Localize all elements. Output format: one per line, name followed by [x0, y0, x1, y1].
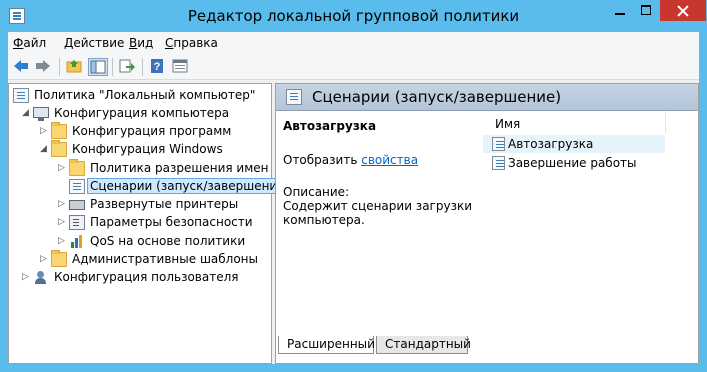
folder-icon [51, 140, 67, 157]
list-item-startup[interactable]: Автозагрузка [483, 135, 665, 153]
expand-arrow-icon[interactable]: ▷ [40, 255, 48, 264]
column-header-name[interactable]: Имя [483, 111, 666, 133]
folder-icon [51, 122, 67, 139]
details-pane: Сценарии (запуск/завершение) Автозагрузк… [275, 83, 699, 364]
scripts-icon [69, 179, 85, 194]
selected-tree-label: Сценарии (запуск/завершение) [87, 178, 293, 194]
script-item-icon [492, 137, 505, 151]
app-window: Редактор локальной групповой политики Фа… [0, 0, 707, 372]
view-tabs: Расширенный Стандартный [276, 336, 698, 364]
minimize-button[interactable] [606, 0, 633, 21]
policy-icon [13, 88, 29, 103]
menu-file[interactable]: Файл [13, 36, 46, 50]
gpedit-app-icon[interactable] [9, 8, 25, 24]
navigation-tree[interactable]: Политика "Локальный компьютер" ◢ Конфигу… [8, 83, 293, 364]
description-label: Описание: [283, 185, 350, 199]
tree-item-security-settings[interactable]: ▷ Параметры безопасности [13, 214, 268, 232]
tree-item-windows-settings[interactable]: ◢ Конфигурация Windows [13, 140, 268, 159]
menu-action[interactable]: Действие [64, 36, 124, 50]
qos-chart-icon [69, 234, 85, 249]
export-list-icon[interactable] [118, 58, 138, 76]
description-text: Содержит сценарии загрузки компьютера. [283, 199, 472, 227]
title-bar[interactable]: Редактор локальной групповой политики [0, 0, 707, 32]
toolbar-separator [142, 58, 143, 76]
back-icon[interactable] [12, 58, 32, 76]
tree-item-qos[interactable]: ▷ QoS на основе политики [13, 233, 268, 251]
user-icon [33, 270, 49, 285]
menu-view[interactable]: Вид [129, 36, 153, 50]
printer-icon [69, 200, 85, 210]
expand-arrow-icon[interactable]: ▷ [58, 164, 66, 173]
tree-item-software-settings[interactable]: ▷ Конфигурация программ [13, 122, 268, 141]
folder-icon [51, 250, 67, 267]
selected-item-title: Автозагрузка [283, 119, 377, 133]
menu-bar: Файл Действие Вид Справка [8, 32, 699, 54]
svg-text:?: ? [154, 61, 161, 73]
tab-standard[interactable]: Стандартный [376, 336, 471, 354]
show-hide-tree-icon[interactable] [88, 58, 108, 76]
script-item-icon [492, 156, 505, 170]
security-settings-icon [69, 215, 85, 230]
tree-item-administrative-templates[interactable]: ▷ Административные шаблоны [13, 250, 268, 269]
close-button[interactable] [660, 0, 706, 21]
collapse-arrow-icon[interactable]: ◢ [40, 145, 48, 154]
items-list[interactable]: Имя Автозагрузка Завершение работы [483, 111, 696, 321]
up-folder-icon[interactable] [65, 58, 85, 76]
tab-extended[interactable]: Расширенный [278, 336, 375, 354]
tree-item-user-configuration[interactable]: ▷ Конфигурация пользователя [13, 269, 268, 287]
tree-item-scripts[interactable]: Сценарии (запуск/завершение) [13, 178, 293, 196]
expand-arrow-icon[interactable]: ▷ [40, 127, 48, 136]
expand-arrow-icon[interactable]: ▷ [58, 200, 66, 209]
toolbar-separator [112, 58, 113, 76]
details-title: Сценарии (запуск/завершение) [312, 88, 562, 106]
collapse-arrow-icon[interactable]: ◢ [22, 109, 30, 118]
toolbar: ? [8, 54, 699, 80]
help-icon[interactable]: ? [148, 58, 168, 76]
extended-view-header: Сценарии (запуск/завершение) [276, 84, 698, 111]
list-item-shutdown[interactable]: Завершение работы [483, 154, 665, 172]
forward-icon[interactable] [34, 58, 54, 76]
folder-icon [69, 159, 85, 176]
expand-arrow-icon[interactable]: ▷ [58, 237, 66, 246]
tree-item-computer-configuration[interactable]: ◢ Конфигурация компьютера [13, 105, 268, 123]
tree-item-name-resolution-policy[interactable]: ▷ Политика разрешения имен [13, 159, 269, 178]
properties-link[interactable]: свойства [361, 153, 418, 167]
computer-icon [33, 107, 49, 121]
show-properties: Отобразить свойства [283, 153, 419, 167]
properties-icon[interactable] [171, 58, 191, 76]
maximize-button[interactable] [633, 0, 660, 21]
window-title: Редактор локальной групповой политики [187, 7, 520, 25]
tree-item-deployed-printers[interactable]: ▷ Развернутые принтеры [13, 196, 268, 214]
tree-item-local-computer-policy[interactable]: Политика "Локальный компьютер" [13, 87, 268, 105]
scripts-icon [286, 89, 302, 105]
description-panel: Автозагрузка Отобразить свойства Описани… [276, 111, 482, 321]
expand-arrow-icon[interactable]: ▷ [58, 218, 66, 227]
menu-help[interactable]: Справка [165, 36, 218, 50]
toolbar-separator [59, 58, 60, 76]
client-area: Файл Действие Вид Справка ? Политика "Ло… [8, 32, 699, 364]
expand-arrow-icon[interactable]: ▷ [22, 273, 30, 282]
